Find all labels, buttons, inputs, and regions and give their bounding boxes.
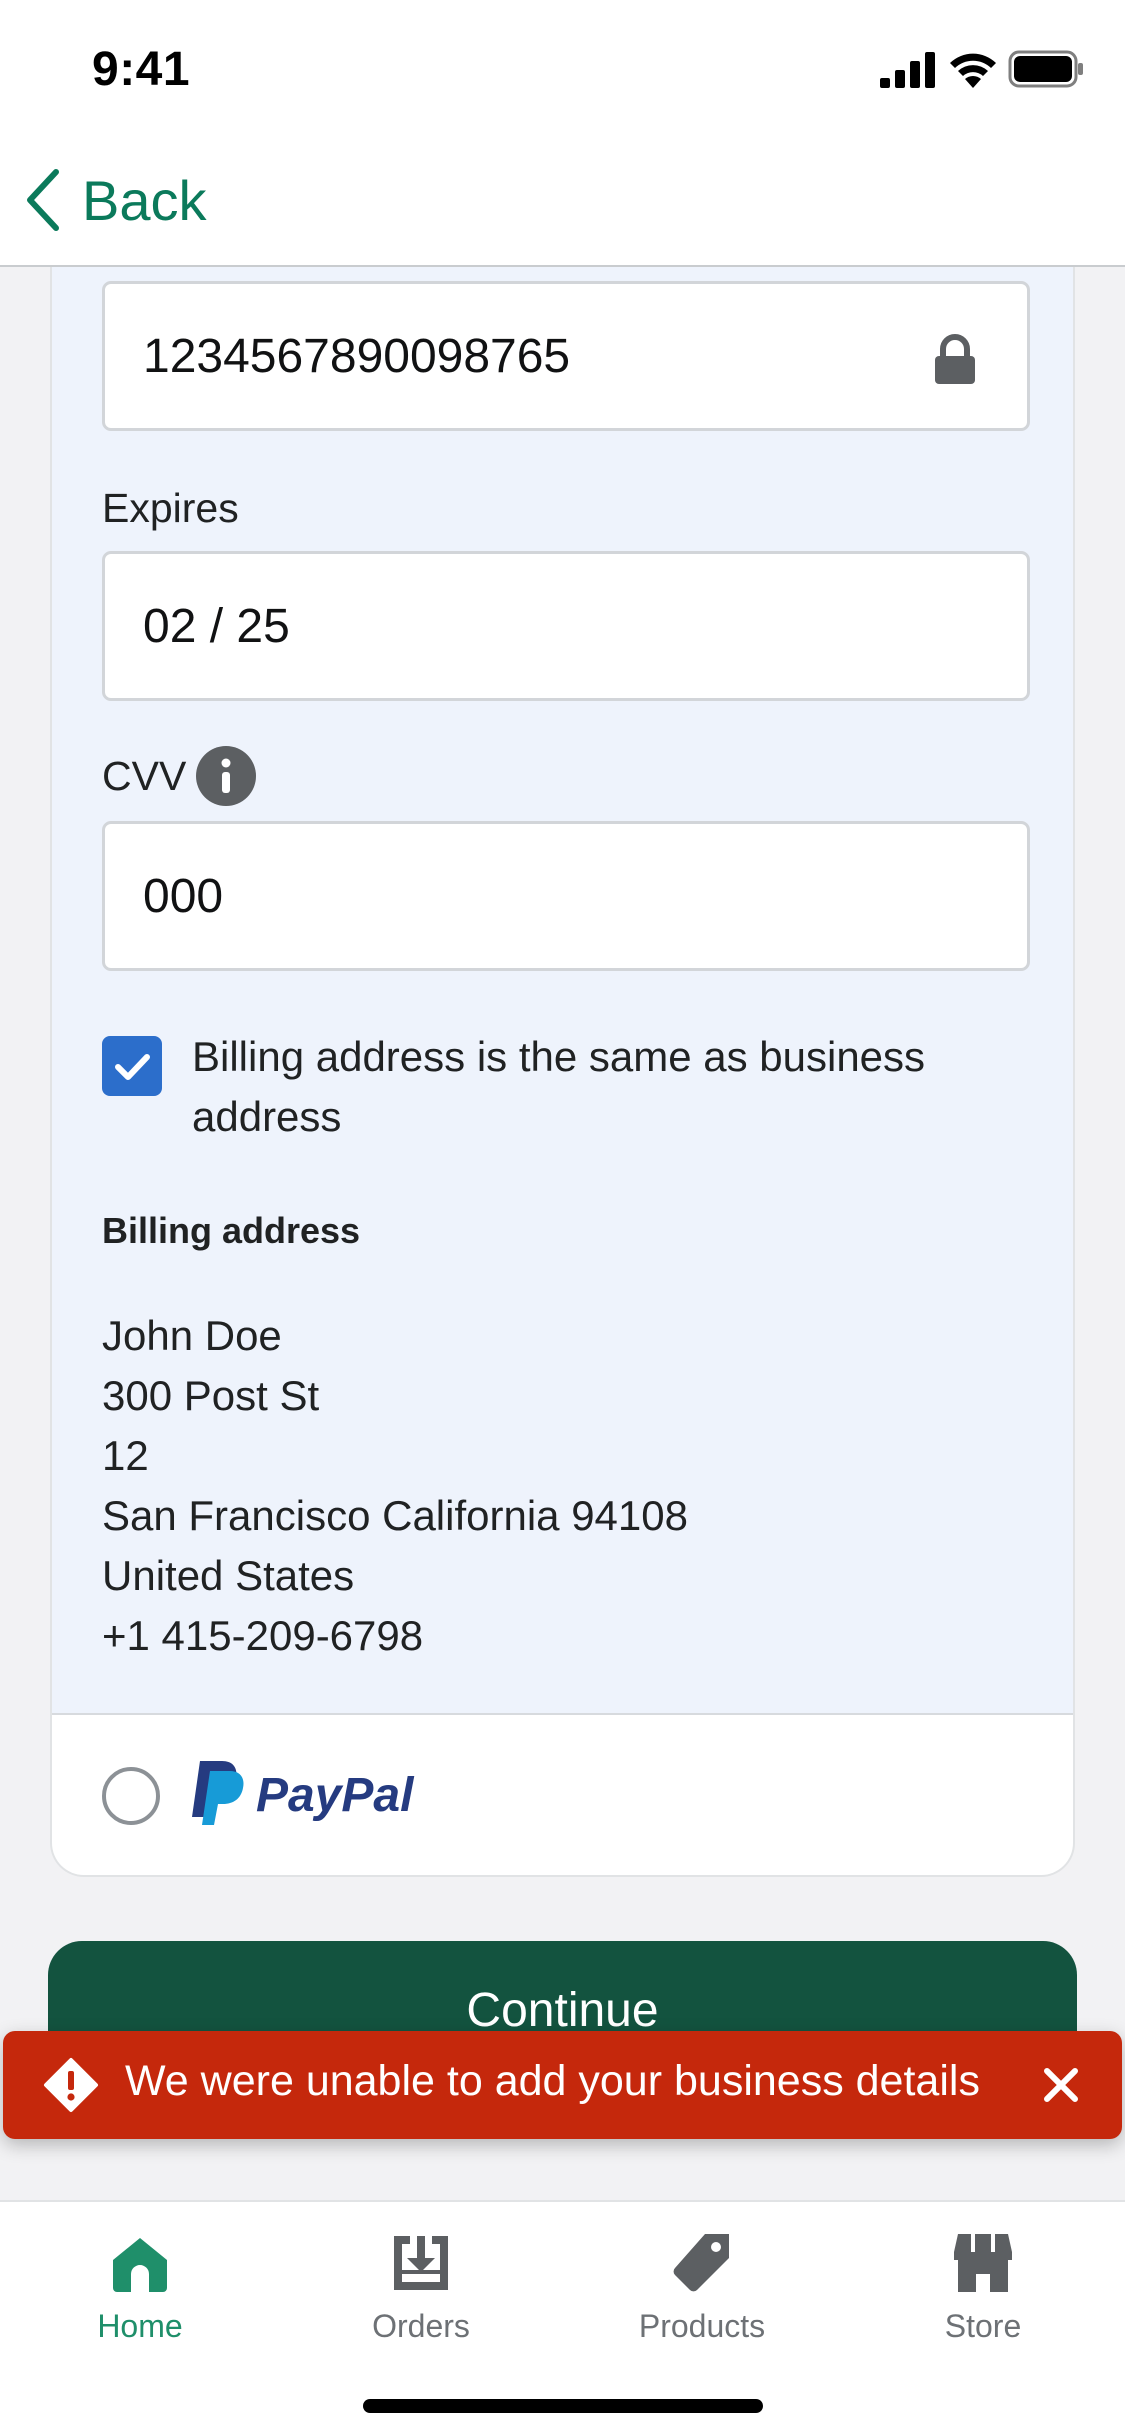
- home-indicator: [363, 2399, 763, 2413]
- chevron-left-icon: [27, 169, 59, 231]
- tab-label-store: Store: [944, 2308, 1022, 2344]
- products-tag-icon: [673, 2234, 729, 2292]
- card-number-field[interactable]: 1234567890098765: [102, 281, 1030, 431]
- toast-message: We were unable to add your business deta…: [125, 2057, 980, 2105]
- tab-orders[interactable]: Orders: [281, 2230, 561, 2370]
- cvv-field[interactable]: 000: [102, 821, 1030, 971]
- wifi-icon: [950, 53, 996, 88]
- paypal-radio[interactable]: [102, 1767, 160, 1825]
- billing-same-checkbox[interactable]: [102, 1036, 162, 1096]
- tab-label-orders: Orders: [372, 2308, 470, 2344]
- address-line: San Francisco California 94108: [102, 1492, 688, 1539]
- payment-card: 1234567890098765 Expires 02 / 25 CVV 000: [50, 267, 1075, 1877]
- home-icon: [113, 2238, 167, 2292]
- back-label: Back: [82, 168, 207, 232]
- continue-label: Continue: [466, 1984, 659, 2037]
- tab-label-home: Home: [97, 2308, 183, 2344]
- cvv-value: 000: [143, 869, 224, 923]
- tab-home[interactable]: Home: [0, 2230, 280, 2370]
- expires-value: 02 / 25: [143, 599, 290, 653]
- address-line: 300 Post St: [102, 1372, 320, 1419]
- checkmark-icon: [115, 1054, 150, 1080]
- expires-field[interactable]: 02 / 25: [102, 551, 1030, 701]
- cvv-label: CVV: [102, 753, 187, 799]
- info-icon[interactable]: [196, 746, 256, 806]
- status-bar: 9:41: [0, 0, 1125, 135]
- billing-address-heading: Billing address: [102, 1210, 361, 1251]
- tab-store[interactable]: Store: [843, 2230, 1123, 2370]
- store-icon: [954, 2234, 1012, 2292]
- cellular-signal-icon: [880, 52, 935, 88]
- tab-label-products: Products: [638, 2308, 766, 2344]
- battery-icon: [1008, 50, 1083, 88]
- close-icon[interactable]: [1041, 2065, 1081, 2105]
- billing-same-label[interactable]: Billing address is the same as business …: [192, 1027, 992, 1147]
- address-line: John Doe: [102, 1312, 282, 1359]
- lock-icon: [935, 334, 975, 384]
- card-number-value: 1234567890098765: [143, 329, 571, 383]
- address-line: 12: [102, 1432, 149, 1479]
- paypal-wordmark: PayPal: [256, 1769, 415, 1822]
- back-button[interactable]: Back: [22, 165, 207, 235]
- tab-products[interactable]: Products: [562, 2230, 842, 2370]
- orders-icon: [394, 2236, 448, 2290]
- error-toast: We were unable to add your business deta…: [3, 2031, 1122, 2139]
- address-line: +1 415-209-6798: [102, 1612, 424, 1659]
- alert-diamond-icon: [44, 2058, 98, 2112]
- nav-header: Back: [0, 135, 1125, 267]
- credit-card-section: 1234567890098765 Expires 02 / 25 CVV 000: [52, 267, 1073, 1715]
- address-line: United States: [102, 1552, 355, 1599]
- expires-label: Expires: [102, 485, 239, 531]
- paypal-logo[interactable]: PayPal: [188, 1757, 418, 1829]
- status-time: 9:41: [92, 43, 191, 96]
